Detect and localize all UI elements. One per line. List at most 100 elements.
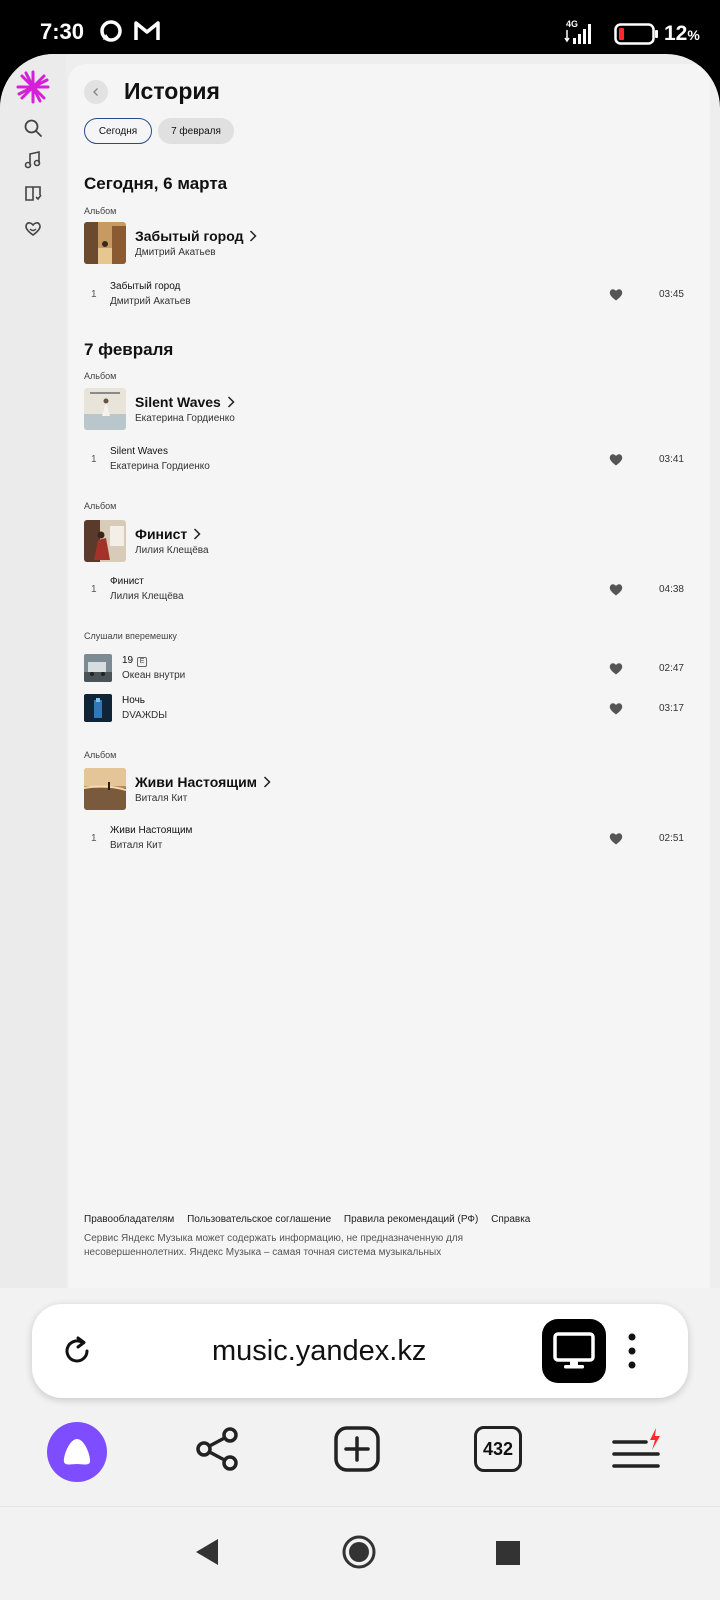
clock: 7:30: [40, 19, 85, 44]
chevron-left-icon: [93, 88, 98, 96]
track-artist[interactable]: DVAЖDЫ: [122, 710, 167, 721]
like-heart-icon[interactable]: [609, 662, 623, 675]
like-heart-icon[interactable]: [609, 832, 623, 845]
album-artist[interactable]: Виталя Кит: [135, 793, 187, 804]
track-duration: 02:47: [658, 663, 684, 674]
footer-link-recommendation-rules[interactable]: Правила рекомендаций (РФ): [344, 1214, 478, 1225]
chevron-right-icon: [194, 528, 201, 540]
filter-chip-feb7[interactable]: 7 февраля: [158, 118, 234, 144]
desktop-monitor-icon: [553, 1332, 595, 1369]
album-artist[interactable]: Лилия Клещёва: [135, 545, 209, 556]
reload-icon[interactable]: [60, 1334, 94, 1368]
footer-links: Правообладателям Пользовательское соглаш…: [84, 1214, 540, 1225]
like-heart-icon[interactable]: [609, 288, 623, 301]
page-title: История: [124, 78, 220, 104]
track-number: 1: [91, 833, 97, 844]
album-title-link[interactable]: Живи Настоящим: [135, 774, 271, 790]
track-number: 1: [91, 454, 97, 465]
track-title[interactable]: Ночь: [122, 695, 145, 706]
track-cover: [84, 694, 112, 722]
track-artist[interactable]: Виталя Кит: [110, 840, 162, 851]
track-number: 1: [91, 289, 97, 300]
like-heart-icon[interactable]: [609, 453, 623, 466]
album-title-link[interactable]: Забытый город: [135, 228, 258, 244]
album-artist[interactable]: Екатерина Гордиенко: [135, 413, 235, 424]
track-title[interactable]: Silent Waves: [110, 446, 168, 457]
system-back-icon[interactable]: [194, 1537, 220, 1567]
track-row[interactable]: 1 Финист Лилия Клещёва 04:38: [84, 573, 684, 607]
podcasts-books-icon[interactable]: [23, 184, 43, 204]
status-bar: 7:30 4G 12%: [0, 0, 720, 62]
search-icon[interactable]: [23, 118, 43, 138]
album-row[interactable]: Живи Настоящим Виталя Кит: [84, 768, 684, 812]
gmail-notification-icon: [134, 21, 160, 40]
menu-with-alert-icon[interactable]: [612, 1428, 668, 1472]
section-title-today: Сегодня, 6 марта: [84, 174, 228, 193]
track-row[interactable]: 19 E Океан внутри 02:47: [84, 652, 684, 686]
back-button[interactable]: [84, 80, 108, 104]
like-heart-icon[interactable]: [609, 702, 623, 715]
like-heart-icon[interactable]: [609, 583, 623, 596]
track-artist[interactable]: Лилия Клещёва: [110, 591, 184, 602]
track-row[interactable]: 1 Забытый город Дмитрий Акатьев 03:45: [84, 278, 684, 312]
track-cover: [84, 654, 112, 682]
browser-bottom-panel: music.yandex.kz 432: [0, 1288, 720, 1506]
track-artist[interactable]: Дмитрий Акатьев: [110, 296, 191, 307]
group-label: Альбом: [84, 206, 117, 216]
track-title[interactable]: Финист: [110, 576, 144, 587]
track-row[interactable]: Ночь DVAЖDЫ 03:17: [84, 692, 684, 726]
footer-link-help[interactable]: Справка: [491, 1214, 530, 1225]
music-note-icon[interactable]: [23, 150, 43, 170]
track-duration: 03:17: [658, 703, 684, 714]
track-row[interactable]: 1 Живи Настоящим Виталя Кит 02:51: [84, 822, 684, 856]
album-cover: [84, 222, 126, 264]
chevron-right-icon: [227, 396, 235, 408]
album-artist[interactable]: Дмитрий Акатьев: [135, 247, 216, 258]
track-title[interactable]: 19 E: [122, 655, 148, 667]
album-title-link[interactable]: Silent Waves: [135, 394, 235, 410]
sidebar: [0, 54, 66, 1288]
group-label: Слушали вперемешку: [84, 631, 177, 641]
history-page: История Сегодня 7 февраля Сегодня, 6 мар…: [68, 64, 710, 1288]
chevron-right-icon: [250, 230, 258, 242]
system-home-icon[interactable]: [342, 1535, 376, 1569]
share-icon[interactable]: [194, 1426, 240, 1472]
filter-chip-today[interactable]: Сегодня: [84, 118, 152, 144]
album-cover: [84, 768, 126, 810]
section-title-feb7: 7 февраля: [84, 340, 174, 359]
address-bar[interactable]: music.yandex.kz: [32, 1304, 688, 1398]
collection-heart-icon[interactable]: [23, 218, 43, 238]
alice-icon: [63, 1439, 91, 1465]
album-row[interactable]: Забытый город Дмитрий Акатьев: [84, 222, 684, 266]
system-recents-icon[interactable]: [496, 1541, 520, 1565]
track-duration: 04:38: [658, 584, 684, 595]
group-label: Альбом: [84, 750, 117, 760]
chat-notification-icon: [100, 20, 122, 42]
track-duration: 02:51: [658, 833, 684, 844]
web-viewport: История Сегодня 7 февраля Сегодня, 6 мар…: [0, 54, 720, 1288]
track-artist[interactable]: Океан внутри: [122, 670, 185, 681]
more-vertical-icon[interactable]: [626, 1332, 638, 1370]
chevron-right-icon: [264, 776, 271, 788]
track-title[interactable]: Живи Настоящим: [110, 825, 192, 836]
tabs-counter-button[interactable]: 432: [474, 1426, 522, 1472]
track-number: 1: [91, 584, 97, 595]
footer-link-user-agreement[interactable]: Пользовательское соглашение: [187, 1214, 331, 1225]
album-title-link[interactable]: Финист: [135, 526, 201, 542]
group-label: Альбом: [84, 371, 117, 381]
battery-percent: 12%: [664, 22, 700, 45]
battery-icon: [614, 23, 658, 45]
track-artist[interactable]: Екатерина Гордиенко: [110, 461, 210, 472]
desktop-mode-button[interactable]: [542, 1319, 606, 1383]
group-label: Альбом: [84, 501, 117, 511]
new-tab-plus-icon[interactable]: [334, 1426, 380, 1472]
album-row[interactable]: Silent Waves Екатерина Гордиенко: [84, 388, 684, 432]
track-title[interactable]: Забытый город: [110, 281, 180, 292]
alice-assistant-button[interactable]: [47, 1422, 107, 1482]
track-row[interactable]: 1 Silent Waves Екатерина Гордиенко 03:41: [84, 443, 684, 477]
footer-link-rightsholders[interactable]: Правообладателям: [84, 1214, 174, 1225]
url-text[interactable]: music.yandex.kz: [212, 1335, 426, 1368]
album-row[interactable]: Финист Лилия Клещёва: [84, 520, 684, 564]
system-navigation-bar: [0, 1506, 720, 1600]
yandex-music-logo-icon[interactable]: [16, 70, 50, 104]
